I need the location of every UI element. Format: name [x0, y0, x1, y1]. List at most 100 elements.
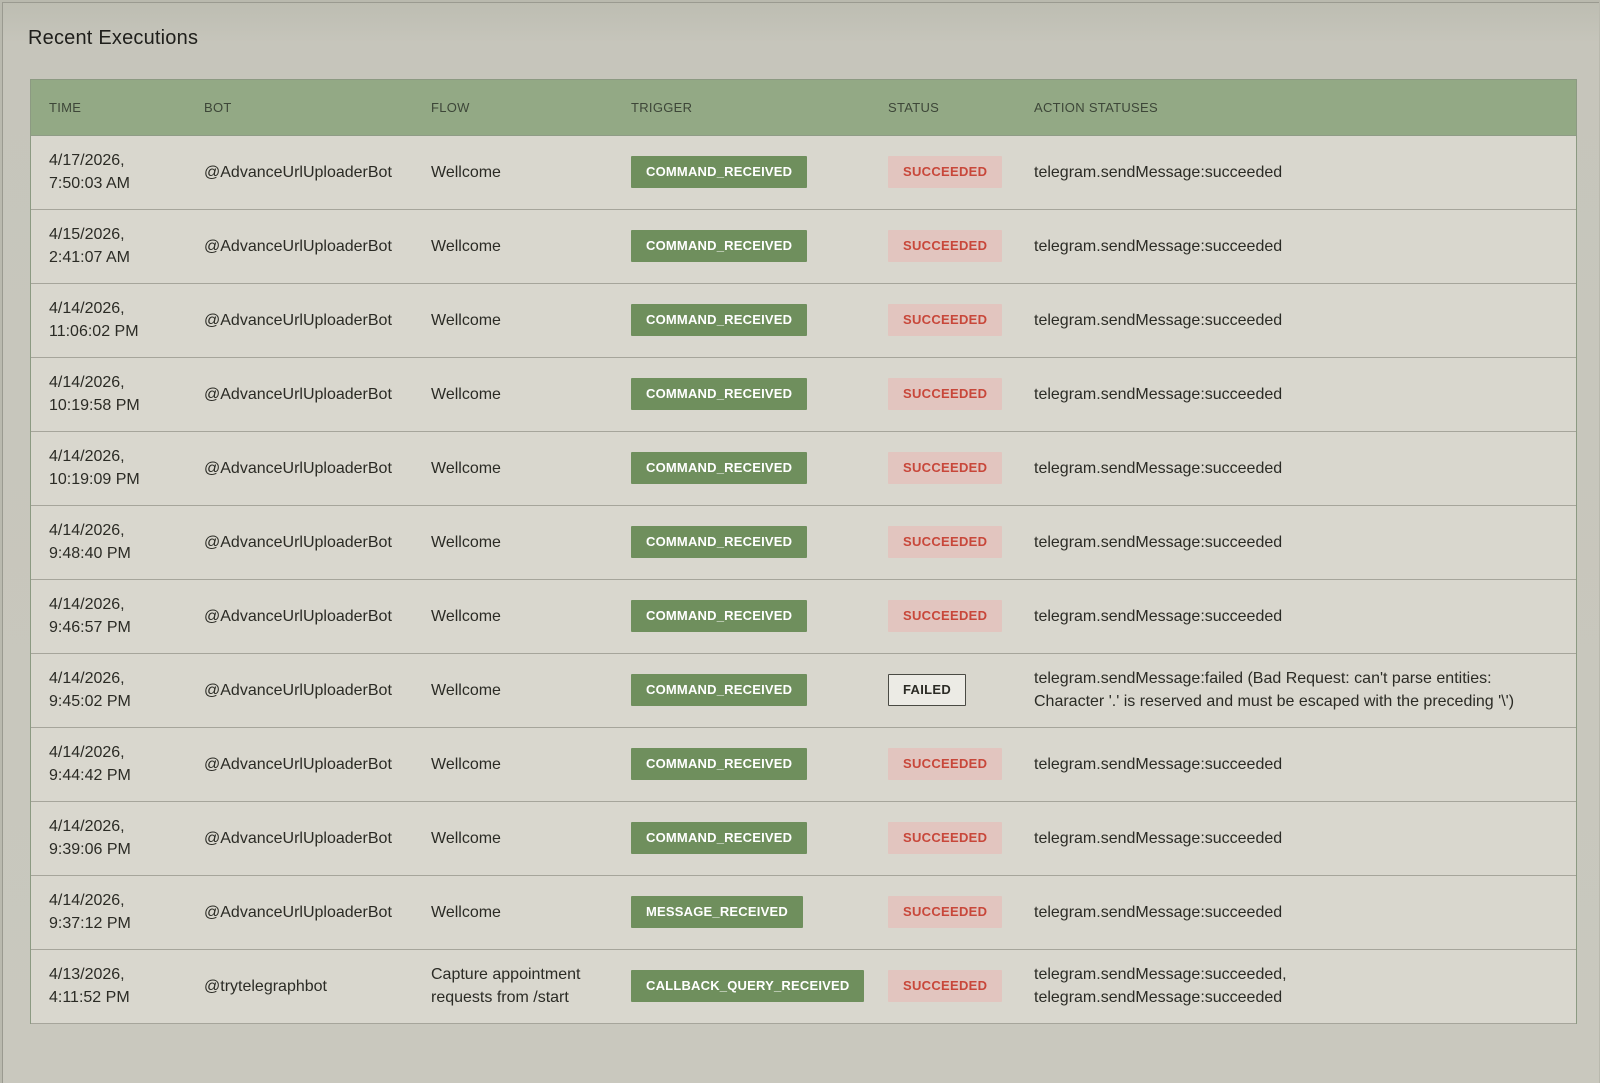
cell-time: 4/14/2026, 9:44:42 PM	[49, 744, 131, 784]
cell-flow: Wellcome	[431, 903, 501, 921]
trigger-badge: COMMAND_RECEIVED	[631, 526, 808, 558]
header-action-statuses[interactable]: ACTION STATUSES	[1016, 80, 1576, 136]
status-badge: SUCCEEDED	[888, 896, 1003, 928]
cell-bot: @AdvanceUrlUploaderBot	[204, 533, 392, 551]
cell-trigger: COMMAND_RECEIVED	[613, 579, 870, 653]
cell-flow: Wellcome	[431, 829, 501, 847]
trigger-badge: COMMAND_RECEIVED	[631, 748, 808, 780]
status-badge: SUCCEEDED	[888, 970, 1003, 1002]
cell-time: 4/14/2026, 9:39:06 PM	[49, 818, 131, 858]
status-badge: FAILED	[888, 674, 967, 706]
cell-time: 4/14/2026, 9:46:57 PM	[49, 596, 131, 636]
executions-table: TIME BOT FLOW TRIGGER STATUS ACTION STAT…	[31, 80, 1576, 1024]
trigger-badge: COMMAND_RECEIVED	[631, 452, 808, 484]
table-row[interactable]: 4/17/2026, 7:50:03 AM @AdvanceUrlUploade…	[31, 135, 1576, 209]
cell-status: SUCCEEDED	[870, 357, 1016, 431]
table-row[interactable]: 4/14/2026, 10:19:58 PM @AdvanceUrlUpload…	[31, 357, 1576, 431]
table-row[interactable]: 4/14/2026, 9:45:02 PM @AdvanceUrlUploade…	[31, 653, 1576, 727]
cell-status: SUCCEEDED	[870, 579, 1016, 653]
status-badge: SUCCEEDED	[888, 156, 1003, 188]
table-row[interactable]: 4/14/2026, 11:06:02 PM @AdvanceUrlUpload…	[31, 283, 1576, 357]
cell-status: FAILED	[870, 653, 1016, 727]
status-badge: SUCCEEDED	[888, 526, 1003, 558]
cell-bot: @AdvanceUrlUploaderBot	[204, 755, 392, 773]
cell-action-statuses: telegram.sendMessage:succeeded	[1034, 163, 1283, 181]
cell-status: SUCCEEDED	[870, 727, 1016, 801]
status-badge: SUCCEEDED	[888, 304, 1003, 336]
cell-trigger: COMMAND_RECEIVED	[613, 283, 870, 357]
table-row[interactable]: 4/14/2026, 9:46:57 PM @AdvanceUrlUploade…	[31, 579, 1576, 653]
cell-status: SUCCEEDED	[870, 431, 1016, 505]
cell-status: SUCCEEDED	[870, 209, 1016, 283]
cell-status: SUCCEEDED	[870, 801, 1016, 875]
cell-time: 4/14/2026, 9:37:12 PM	[49, 892, 131, 932]
cell-trigger: COMMAND_RECEIVED	[613, 653, 870, 727]
cell-bot: @trytelegraphbot	[204, 977, 327, 995]
table-row[interactable]: 4/14/2026, 9:37:12 PM @AdvanceUrlUploade…	[31, 875, 1576, 949]
cell-flow: Wellcome	[431, 755, 501, 773]
cell-bot: @AdvanceUrlUploaderBot	[204, 829, 392, 847]
cell-action-statuses: telegram.sendMessage:succeeded	[1034, 903, 1283, 921]
cell-bot: @AdvanceUrlUploaderBot	[204, 459, 392, 477]
cell-trigger: MESSAGE_RECEIVED	[613, 875, 870, 949]
trigger-badge: COMMAND_RECEIVED	[631, 156, 808, 188]
cell-flow: Wellcome	[431, 237, 501, 255]
status-badge: SUCCEEDED	[888, 748, 1003, 780]
table-row[interactable]: 4/14/2026, 9:39:06 PM @AdvanceUrlUploade…	[31, 801, 1576, 875]
cell-flow: Wellcome	[431, 385, 501, 403]
cell-bot: @AdvanceUrlUploaderBot	[204, 237, 392, 255]
cell-action-statuses: telegram.sendMessage:succeeded, telegram…	[1034, 966, 1287, 1006]
cell-action-statuses: telegram.sendMessage:succeeded	[1034, 533, 1283, 551]
trigger-badge: COMMAND_RECEIVED	[631, 378, 808, 410]
trigger-badge: COMMAND_RECEIVED	[631, 600, 808, 632]
cell-trigger: COMMAND_RECEIVED	[613, 135, 870, 209]
cell-status: SUCCEEDED	[870, 135, 1016, 209]
cell-action-statuses: telegram.sendMessage:succeeded	[1034, 385, 1283, 403]
cell-trigger: COMMAND_RECEIVED	[613, 431, 870, 505]
status-badge: SUCCEEDED	[888, 822, 1003, 854]
section-title: Recent Executions	[28, 27, 199, 49]
cell-flow: Wellcome	[431, 533, 501, 551]
cell-time: 4/15/2026, 2:41:07 AM	[49, 226, 130, 266]
table-header-row: TIME BOT FLOW TRIGGER STATUS ACTION STAT…	[31, 80, 1576, 136]
cell-trigger: COMMAND_RECEIVED	[613, 801, 870, 875]
table-row[interactable]: 4/14/2026, 9:44:42 PM @AdvanceUrlUploade…	[31, 727, 1576, 801]
cell-action-statuses: telegram.sendMessage:succeeded	[1034, 237, 1283, 255]
cell-trigger: COMMAND_RECEIVED	[613, 727, 870, 801]
table-row[interactable]: 4/13/2026, 4:11:52 PM @trytelegraphbot C…	[31, 949, 1576, 1023]
header-bot[interactable]: BOT	[186, 80, 413, 136]
cell-bot: @AdvanceUrlUploaderBot	[204, 681, 392, 699]
cell-flow: Wellcome	[431, 163, 501, 181]
trigger-badge: COMMAND_RECEIVED	[631, 674, 808, 706]
header-status[interactable]: STATUS	[870, 80, 1016, 136]
cell-trigger: COMMAND_RECEIVED	[613, 209, 870, 283]
table-row[interactable]: 4/15/2026, 2:41:07 AM @AdvanceUrlUploade…	[31, 209, 1576, 283]
table-row[interactable]: 4/14/2026, 10:19:09 PM @AdvanceUrlUpload…	[31, 431, 1576, 505]
cell-flow: Wellcome	[431, 681, 501, 699]
cell-flow: Wellcome	[431, 607, 501, 625]
status-badge: SUCCEEDED	[888, 378, 1003, 410]
cell-action-statuses: telegram.sendMessage:succeeded	[1034, 829, 1283, 847]
status-badge: SUCCEEDED	[888, 230, 1003, 262]
cell-time: 4/13/2026, 4:11:52 PM	[49, 966, 130, 1006]
cell-time: 4/14/2026, 10:19:58 PM	[49, 374, 140, 414]
cell-bot: @AdvanceUrlUploaderBot	[204, 163, 392, 181]
status-badge: SUCCEEDED	[888, 452, 1003, 484]
header-time[interactable]: TIME	[31, 80, 186, 136]
cell-time: 4/14/2026, 11:06:02 PM	[49, 300, 139, 340]
cell-action-statuses: telegram.sendMessage:succeeded	[1034, 459, 1283, 477]
executions-table-wrapper: TIME BOT FLOW TRIGGER STATUS ACTION STAT…	[30, 79, 1577, 1024]
trigger-badge: MESSAGE_RECEIVED	[631, 896, 803, 928]
trigger-badge: COMMAND_RECEIVED	[631, 822, 808, 854]
header-flow[interactable]: FLOW	[413, 80, 613, 136]
cell-bot: @AdvanceUrlUploaderBot	[204, 311, 392, 329]
table-row[interactable]: 4/14/2026, 9:48:40 PM @AdvanceUrlUploade…	[31, 505, 1576, 579]
cell-bot: @AdvanceUrlUploaderBot	[204, 607, 392, 625]
cell-status: SUCCEEDED	[870, 505, 1016, 579]
cell-bot: @AdvanceUrlUploaderBot	[204, 903, 392, 921]
header-trigger[interactable]: TRIGGER	[613, 80, 870, 136]
status-badge: SUCCEEDED	[888, 600, 1003, 632]
cell-bot: @AdvanceUrlUploaderBot	[204, 385, 392, 403]
cell-flow: Capture appointment requests from /start	[431, 966, 581, 1006]
trigger-badge: COMMAND_RECEIVED	[631, 230, 808, 262]
